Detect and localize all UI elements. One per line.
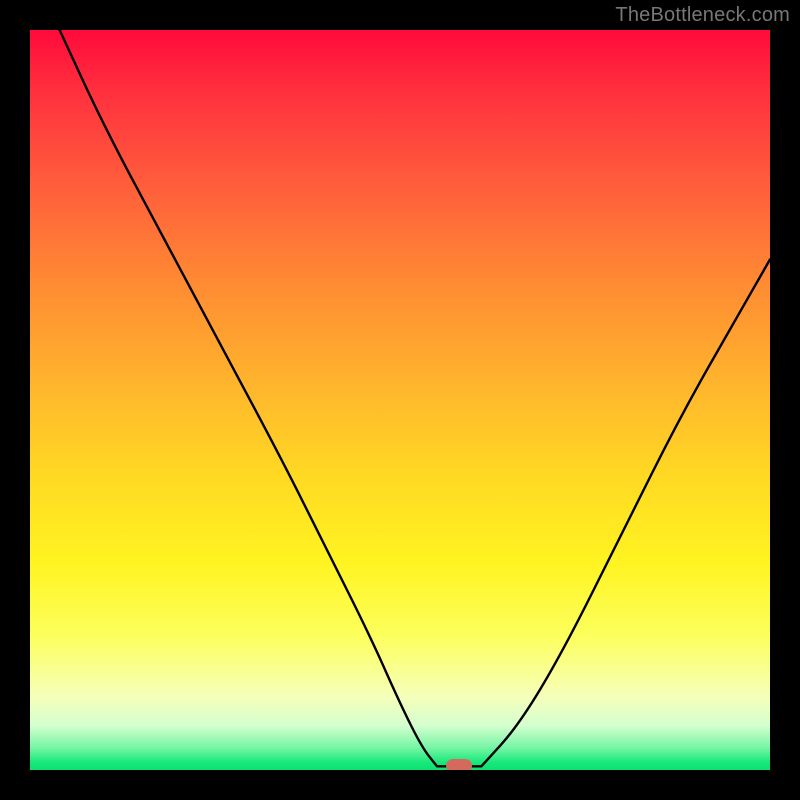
curve-path — [60, 30, 770, 766]
plot-area — [30, 30, 770, 770]
chart-frame: TheBottleneck.com — [0, 0, 800, 800]
bottleneck-curve — [30, 30, 770, 770]
optimal-marker — [446, 759, 472, 770]
attribution-text: TheBottleneck.com — [615, 4, 790, 27]
